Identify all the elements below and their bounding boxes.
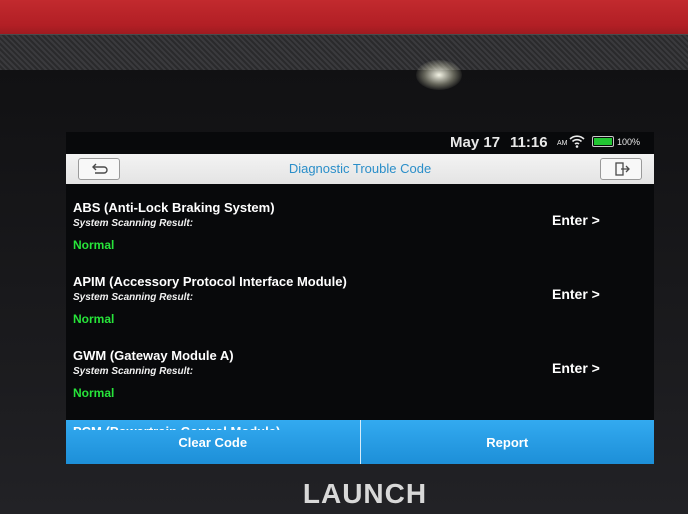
list-item: ABS (Anti-Lock Braking System) System Sc… bbox=[66, 184, 654, 258]
wifi-icon bbox=[569, 133, 585, 149]
module-name: GWM (Gateway Module A) bbox=[73, 348, 234, 363]
status-time: 11:16 bbox=[510, 134, 548, 151]
device-brand-logo: LAUNCH bbox=[302, 478, 428, 509]
report-button[interactable]: Report bbox=[359, 420, 654, 464]
exit-icon bbox=[615, 162, 630, 176]
list-item: GWM (Gateway Module A) System Scanning R… bbox=[66, 332, 654, 406]
module-result: Normal bbox=[73, 386, 115, 400]
device-screen: May 17 11:16 AM 100% Diagnostic Trouble … bbox=[66, 132, 654, 464]
status-date: May 17 bbox=[450, 134, 501, 151]
light-glare bbox=[416, 60, 462, 90]
module-name: APIM (Accessory Protocol Interface Modul… bbox=[73, 274, 347, 289]
page-title: Diagnostic Trouble Code bbox=[288, 161, 432, 176]
module-subtitle: System Scanning Result: bbox=[73, 292, 194, 303]
battery-icon bbox=[592, 136, 614, 147]
exit-button[interactable] bbox=[600, 158, 642, 180]
module-result: Normal bbox=[73, 238, 115, 252]
module-subtitle: System Scanning Result: bbox=[73, 366, 194, 377]
module-name: ABS (Anti-Lock Braking System) bbox=[73, 200, 275, 215]
battery-percent: 100% bbox=[617, 137, 641, 147]
module-list: ABS (Anti-Lock Braking System) System Sc… bbox=[66, 184, 654, 424]
module-result: Normal bbox=[73, 312, 115, 326]
status-bar: May 17 11:16 AM 100% bbox=[66, 132, 654, 154]
status-ampm: AM bbox=[557, 140, 568, 147]
module-name-partial: PCM (Powertrain Control Module) bbox=[73, 424, 280, 430]
module-subtitle: System Scanning Result: bbox=[73, 218, 194, 229]
enter-button[interactable]: Enter > bbox=[552, 360, 600, 376]
enter-button[interactable]: Enter > bbox=[552, 212, 600, 228]
title-bar: Diagnostic Trouble Code bbox=[66, 154, 654, 184]
list-item: APIM (Accessory Protocol Interface Modul… bbox=[66, 258, 654, 332]
enter-button[interactable]: Enter > bbox=[552, 286, 600, 302]
